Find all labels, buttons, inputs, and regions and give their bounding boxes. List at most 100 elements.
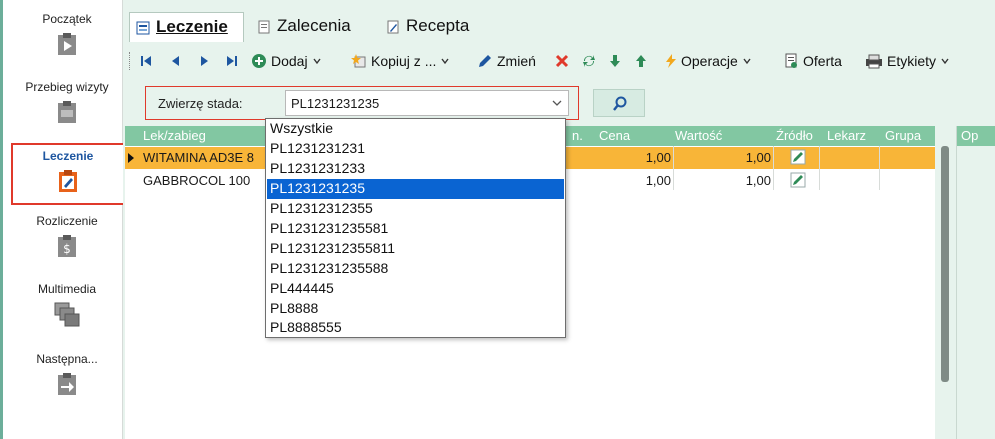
- edit-pencil-icon[interactable]: [790, 149, 806, 165]
- dropdown-option[interactable]: Wszystkie: [267, 119, 564, 139]
- move-down-button[interactable]: [609, 50, 621, 72]
- dropdown-option[interactable]: PL8888: [267, 299, 564, 319]
- delete-button[interactable]: [555, 50, 569, 72]
- column-divider: [673, 146, 674, 190]
- herd-animal-combobox[interactable]: PL1231231235: [285, 90, 569, 116]
- refresh-icon: [583, 55, 595, 67]
- clipboard-medical-icon: [59, 170, 77, 192]
- edit-button[interactable]: Zmień: [477, 50, 536, 72]
- column-divider: [879, 146, 880, 190]
- dropdown-option-selected[interactable]: PL1231231235: [267, 179, 564, 199]
- dropdown-option[interactable]: PL1231231235581: [267, 219, 564, 239]
- tab-zalecenia[interactable]: Zalecenia: [251, 12, 361, 42]
- herd-animal-filter: Zwierzę stada: PL1231231235: [145, 86, 579, 120]
- dropdown-option[interactable]: PL444445: [267, 279, 564, 299]
- tab-label: Zalecenia: [277, 16, 351, 35]
- delete-x-icon: [555, 54, 569, 68]
- search-icon: [613, 96, 627, 111]
- row-price: 1,00: [645, 173, 671, 188]
- combobox-value: PL1231231235: [291, 96, 380, 111]
- row-value: 1,00: [745, 150, 771, 165]
- herd-animal-label: Zwierzę stada:: [158, 96, 243, 111]
- column-header-source[interactable]: Źródło: [776, 128, 813, 143]
- labels-button[interactable]: Etykiety: [865, 50, 950, 72]
- toolbar-grip: [129, 52, 130, 70]
- nav-item-rozliczenie[interactable]: Rozliczenie $: [11, 214, 123, 276]
- tab-label: Leczenie: [156, 17, 228, 36]
- tab-leczenie[interactable]: Leczenie: [129, 12, 244, 42]
- nav-item-label: Następna...: [36, 352, 98, 366]
- nav-item-multimedia[interactable]: Multimedia: [11, 282, 123, 344]
- operations-button[interactable]: Operacje: [665, 50, 752, 72]
- nav-item-nastepna[interactable]: Następna...: [11, 352, 123, 414]
- add-icon: [252, 54, 266, 68]
- refresh-button[interactable]: [581, 50, 597, 72]
- last-record-button[interactable]: [225, 50, 239, 72]
- nav-item-label: Przebieg wizyty: [25, 80, 109, 94]
- dropdown-option[interactable]: PL1231231233: [267, 159, 564, 179]
- images-icon: [54, 302, 80, 327]
- copy-star-icon: [351, 54, 366, 68]
- right-side-panel: Op: [956, 126, 995, 439]
- herd-animal-dropdown-list: Wszystkie PL1231231231 PL1231231233 PL12…: [265, 118, 566, 338]
- column-header-value[interactable]: Wartość: [675, 128, 722, 143]
- tab-strip: Leczenie Zalecenia Recepta: [125, 12, 980, 42]
- nav-item-leczenie[interactable]: Leczenie: [11, 143, 123, 205]
- copy-from-button[interactable]: Kopiuj z ...: [351, 50, 450, 72]
- lightning-icon: [666, 54, 676, 68]
- column-header-group[interactable]: Grupa: [885, 128, 921, 143]
- dropdown-option[interactable]: PL12312312355: [267, 199, 564, 219]
- row-name: GABBROCOL 100: [143, 173, 251, 188]
- clipboard-icon: [58, 101, 76, 123]
- pencil-icon: [479, 55, 491, 67]
- chevron-down-icon: [743, 58, 751, 65]
- labels-button-label: Etykiety: [887, 53, 937, 69]
- current-row-marker: [128, 153, 134, 163]
- previous-icon: [172, 56, 179, 66]
- move-up-button[interactable]: [635, 50, 647, 72]
- clipboard-dollar-icon: $: [58, 235, 76, 257]
- offer-button[interactable]: Oferta: [783, 50, 842, 72]
- dropdown-option[interactable]: PL1231231235588: [267, 259, 564, 279]
- nav-item-label: Multimedia: [37, 282, 97, 296]
- offer-button-label: Oferta: [803, 53, 842, 69]
- nav-item-przebieg-wizyty[interactable]: Przebieg wizyty: [11, 80, 123, 142]
- offer-document-icon: [785, 53, 797, 68]
- chevron-down-icon: [552, 100, 562, 106]
- first-record-button[interactable]: [139, 50, 153, 72]
- nav-item-label: Leczenie: [42, 149, 94, 163]
- column-header-qty[interactable]: n.: [572, 128, 583, 143]
- previous-record-button[interactable]: [169, 50, 183, 72]
- column-header-price[interactable]: Cena: [599, 128, 630, 143]
- nav-item-label: Rozliczenie: [36, 214, 98, 228]
- app-window: Początek Przebieg wizyty Leczenie Rozlic…: [0, 0, 995, 439]
- column-header-name[interactable]: Lek/zabieg: [143, 128, 206, 143]
- dropdown-option[interactable]: PL1231231231: [267, 139, 564, 159]
- column-header-doctor[interactable]: Lekarz: [827, 128, 866, 143]
- row-name: WITAMINA AD3E 8: [143, 150, 255, 165]
- arrow-up-icon: [636, 55, 646, 67]
- grid-scrollbar[interactable]: [941, 146, 949, 382]
- tab-label: Recepta: [406, 16, 470, 35]
- right-panel-header: Op: [957, 126, 995, 146]
- add-button[interactable]: Dodaj: [251, 50, 322, 72]
- next-record-button[interactable]: [197, 50, 211, 72]
- dropdown-option[interactable]: PL12312312355811: [267, 239, 564, 259]
- nav-item-poczatek[interactable]: Początek: [11, 12, 123, 74]
- clipboard-play-icon: [58, 33, 76, 55]
- chevron-down-icon: [313, 58, 321, 65]
- arrow-down-icon: [610, 55, 620, 67]
- prescription-pen-icon: [387, 20, 399, 34]
- tab-recepta[interactable]: Recepta: [380, 12, 480, 42]
- copy-from-button-label: Kopiuj z ...: [371, 53, 437, 69]
- column-divider: [773, 146, 774, 190]
- last-icon: [227, 56, 237, 66]
- left-navigation: Początek Przebieg wizyty Leczenie Rozlic…: [0, 0, 123, 439]
- search-button[interactable]: [593, 89, 645, 117]
- dropdown-option[interactable]: PL8888555: [267, 318, 564, 338]
- svg-text:$: $: [63, 242, 71, 256]
- edit-pencil-icon[interactable]: [790, 172, 806, 188]
- chevron-down-icon: [941, 58, 949, 65]
- toolbar: Dodaj Kopiuj z ... Zmień Operacje Oferta…: [129, 48, 984, 74]
- form-icon: [136, 21, 150, 35]
